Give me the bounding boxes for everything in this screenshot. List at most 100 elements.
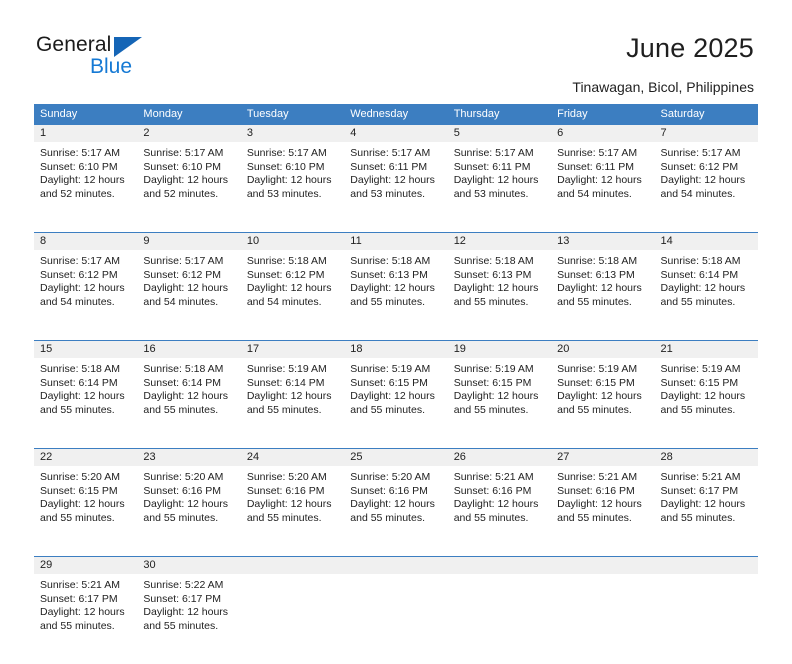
day-cell-body: Sunrise: 5:21 AM Sunset: 6:16 PM Daylight:… [448, 467, 551, 525]
day-number-empty [241, 557, 344, 574]
day-cell[interactable]: Sunrise: 5:18 AM Sunset: 6:12 PM Daylight:… [241, 251, 344, 340]
day-detail-line: Sunrise: 5:18 AM [453, 255, 534, 267]
day-number[interactable]: 5 [448, 125, 551, 142]
weekday-header-saturday: Saturday [660, 108, 705, 120]
day-detail-line: Sunrise: 5:20 AM [246, 471, 327, 483]
day-number[interactable]: 19 [448, 341, 551, 358]
day-number[interactable]: 15 [34, 341, 137, 358]
day-number[interactable]: 13 [551, 233, 654, 250]
day-number[interactable]: 30 [137, 557, 240, 574]
day-cell-body: Sunrise: 5:18 AM Sunset: 6:14 PM Daylight:… [655, 251, 758, 309]
day-detail-line: Sunset: 6:16 PM [246, 484, 325, 497]
day-detail-line: Daylight: 12 hours [143, 606, 229, 619]
day-cell-body: Sunrise: 5:20 AM Sunset: 6:16 PM Daylight:… [241, 467, 344, 525]
day-detail-line: Sunrise: 5:19 AM [350, 363, 431, 375]
day-detail-line: Daylight: 12 hours [453, 174, 539, 187]
day-cell[interactable]: Sunrise: 5:21 AM Sunset: 6:17 PM Daylight:… [655, 467, 758, 556]
day-cell[interactable]: Sunrise: 5:17 AM Sunset: 6:11 PM Daylight:… [551, 143, 654, 232]
day-cell[interactable]: Sunrise: 5:17 AM Sunset: 6:10 PM Daylight:… [34, 143, 137, 232]
day-cell[interactable]: Sunrise: 5:20 AM Sunset: 6:16 PM Daylight:… [344, 467, 447, 556]
day-number[interactable]: 7 [655, 125, 758, 142]
day-detail-line: Sunset: 6:17 PM [143, 592, 222, 605]
day-cell[interactable]: Sunrise: 5:20 AM Sunset: 6:15 PM Daylight:… [34, 467, 137, 556]
day-cell[interactable]: Sunrise: 5:20 AM Sunset: 6:16 PM Daylight:… [137, 467, 240, 556]
day-cell[interactable]: Sunrise: 5:18 AM Sunset: 6:14 PM Daylight:… [34, 359, 137, 448]
day-number[interactable]: 6 [551, 125, 654, 142]
day-cell[interactable]: Sunrise: 5:18 AM Sunset: 6:14 PM Daylight:… [655, 251, 758, 340]
day-number[interactable]: 8 [34, 233, 137, 250]
day-cell[interactable]: Sunrise: 5:19 AM Sunset: 6:14 PM Daylight:… [241, 359, 344, 448]
day-cell[interactable]: Sunrise: 5:19 AM Sunset: 6:15 PM Daylight:… [551, 359, 654, 448]
day-number[interactable]: 22 [34, 449, 137, 466]
day-number[interactable]: 3 [241, 125, 344, 142]
day-number[interactable]: 21 [655, 341, 758, 358]
day-detail-line: Sunrise: 5:19 AM [557, 363, 638, 375]
day-cell[interactable]: Sunrise: 5:18 AM Sunset: 6:13 PM Daylight:… [448, 251, 551, 340]
day-detail-line: Sunset: 6:16 PM [143, 484, 222, 497]
day-cell[interactable]: Sunrise: 5:22 AM Sunset: 6:17 PM Daylight:… [137, 575, 240, 664]
day-cell[interactable]: Sunrise: 5:17 AM Sunset: 6:10 PM Daylight:… [137, 143, 240, 232]
day-number[interactable]: 27 [551, 449, 654, 466]
day-detail-line: and 52 minutes. [40, 187, 115, 200]
day-detail-line: Sunset: 6:14 PM [246, 376, 325, 389]
generalblue-logo[interactable]: General Blue [36, 33, 196, 85]
day-cell[interactable]: Sunrise: 5:17 AM Sunset: 6:10 PM Daylight:… [241, 143, 344, 232]
weekday-header-wednesday: Wednesday [350, 108, 409, 120]
day-detail-line: Sunrise: 5:22 AM [143, 579, 224, 591]
day-detail-line: Sunrise: 5:19 AM [453, 363, 534, 375]
day-cell[interactable]: Sunrise: 5:17 AM Sunset: 6:12 PM Daylight:… [655, 143, 758, 232]
day-detail-line: Daylight: 12 hours [143, 498, 229, 511]
day-number[interactable]: 24 [241, 449, 344, 466]
day-cell-body: Sunrise: 5:22 AM Sunset: 6:17 PM Daylight:… [137, 575, 240, 633]
day-cell[interactable]: Sunrise: 5:21 AM Sunset: 6:16 PM Daylight:… [448, 467, 551, 556]
day-cell[interactable]: Sunrise: 5:21 AM Sunset: 6:17 PM Daylight:… [34, 575, 137, 664]
day-number[interactable]: 9 [137, 233, 240, 250]
day-detail-line: Sunrise: 5:18 AM [350, 255, 431, 267]
day-number[interactable]: 26 [448, 449, 551, 466]
day-cell[interactable]: Sunrise: 5:19 AM Sunset: 6:15 PM Daylight:… [344, 359, 447, 448]
day-number[interactable]: 2 [137, 125, 240, 142]
day-detail-line: Sunset: 6:13 PM [350, 268, 428, 281]
day-cell[interactable]: Sunrise: 5:18 AM Sunset: 6:13 PM Daylight:… [344, 251, 447, 340]
day-number[interactable]: 29 [34, 557, 137, 574]
day-number[interactable]: 1 [34, 125, 137, 142]
day-detail-line: Sunset: 6:12 PM [40, 268, 118, 281]
day-detail-line: Sunset: 6:13 PM [453, 268, 532, 281]
day-number[interactable]: 20 [551, 341, 654, 358]
day-number[interactable]: 25 [344, 449, 447, 466]
day-cell[interactable]: Sunrise: 5:17 AM Sunset: 6:12 PM Daylight:… [137, 251, 240, 340]
calendar-table: Sunday Monday Tuesday Wednesday Thursday Frid… [34, 104, 758, 664]
day-number[interactable]: 12 [448, 233, 551, 250]
day-cell[interactable]: Sunrise: 5:20 AM Sunset: 6:16 PM Daylight:… [241, 467, 344, 556]
day-cell-body: Sunrise: 5:18 AM Sunset: 6:13 PM Daylight:… [448, 251, 551, 309]
day-number[interactable]: 16 [137, 341, 240, 358]
day-detail-line: Sunset: 6:15 PM [660, 376, 739, 389]
day-number[interactable]: 14 [655, 233, 758, 250]
day-detail-line: Daylight: 12 hours [557, 498, 642, 511]
day-number[interactable]: 23 [137, 449, 240, 466]
day-detail-line: Daylight: 12 hours [40, 282, 125, 295]
day-detail-line: Sunrise: 5:20 AM [143, 471, 224, 483]
day-cell[interactable]: Sunrise: 5:17 AM Sunset: 6:11 PM Daylight:… [448, 143, 551, 232]
day-detail-line: and 55 minutes. [557, 403, 632, 416]
day-cell[interactable]: Sunrise: 5:19 AM Sunset: 6:15 PM Daylight:… [448, 359, 551, 448]
day-cell[interactable]: Sunrise: 5:17 AM Sunset: 6:12 PM Daylight:… [34, 251, 137, 340]
day-number[interactable]: 18 [344, 341, 447, 358]
day-number[interactable]: 17 [241, 341, 344, 358]
day-number[interactable]: 4 [344, 125, 447, 142]
day-detail-line: Daylight: 12 hours [350, 498, 435, 511]
day-number-band: 15 16 17 18 19 20 21 [34, 341, 758, 359]
day-number[interactable]: 10 [241, 233, 344, 250]
day-cell[interactable]: Sunrise: 5:17 AM Sunset: 6:11 PM Daylight:… [344, 143, 447, 232]
day-cell-body: Sunrise: 5:19 AM Sunset: 6:15 PM Daylight:… [448, 359, 551, 417]
day-cell[interactable]: Sunrise: 5:18 AM Sunset: 6:13 PM Daylight:… [551, 251, 654, 340]
weekday-header-tuesday: Tuesday [246, 108, 289, 120]
day-detail-line: Sunrise: 5:21 AM [557, 471, 638, 483]
day-number[interactable]: 28 [655, 449, 758, 466]
day-number[interactable]: 11 [344, 233, 447, 250]
day-detail-line: Sunrise: 5:19 AM [246, 363, 327, 375]
day-cell[interactable]: Sunrise: 5:21 AM Sunset: 6:16 PM Daylight:… [551, 467, 654, 556]
day-cell[interactable]: Sunrise: 5:19 AM Sunset: 6:15 PM Daylight:… [655, 359, 758, 448]
day-cell[interactable]: Sunrise: 5:18 AM Sunset: 6:14 PM Daylight:… [137, 359, 240, 448]
day-number-band: 8 9 10 11 12 13 14 [34, 233, 758, 251]
